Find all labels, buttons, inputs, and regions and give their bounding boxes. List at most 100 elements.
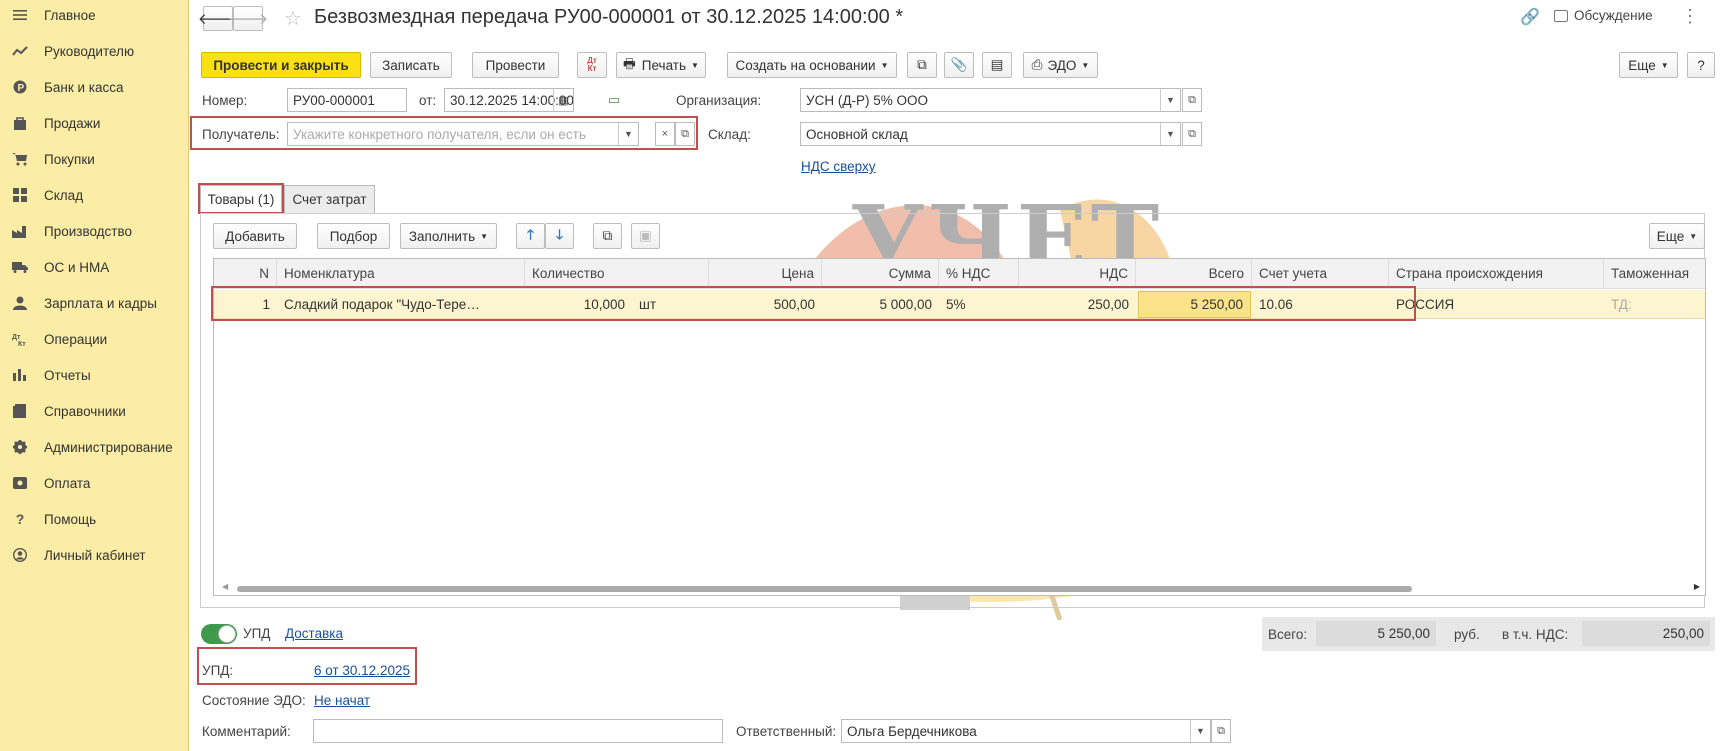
move-up-button[interactable]: 🡑 [516, 223, 545, 249]
edo-button[interactable]: ⎙ ЭДО ▼ [1023, 52, 1098, 78]
open-organization-button[interactable]: ⧉ [1182, 88, 1202, 112]
cell-sum[interactable]: 5 000,00 [822, 290, 939, 319]
chevron-down-icon[interactable]: ▼ [1190, 720, 1210, 742]
post-and-close-button[interactable]: Провести и закрыть [201, 52, 361, 78]
chevron-down-icon[interactable]: ▼ [1160, 89, 1180, 111]
link-icon[interactable]: 🔗 [1520, 7, 1540, 27]
sidebar-item-operations[interactable]: Дт Кт Операции [0, 321, 189, 357]
delivery-link[interactable]: Доставка [285, 626, 343, 641]
print-button[interactable]: 🖶 Печать ▼ [616, 52, 706, 78]
column-header-vat[interactable]: НДС [1019, 259, 1136, 289]
open-recipient-button[interactable]: ⧉ [675, 122, 695, 146]
warehouse-field[interactable]: Основной склад ▼ [800, 122, 1181, 146]
copy-button[interactable]: ⧉ [593, 223, 622, 249]
tab-cost-account[interactable]: Счет затрат [284, 185, 375, 213]
scrollbar-thumb[interactable] [237, 586, 1412, 592]
help-button[interactable]: ? [1687, 52, 1715, 78]
cell-n[interactable]: 1 [214, 290, 277, 319]
sidebar-item-admin[interactable]: Администрирование [0, 429, 189, 465]
sidebar-item-label: Покупки [44, 151, 95, 167]
cell-total[interactable]: 5 250,00 [1138, 291, 1251, 318]
organization-field[interactable]: УСН (Д-Р) 5% ООО ▼ [800, 88, 1181, 112]
edo-state-link[interactable]: Не начат [314, 693, 370, 708]
sidebar-item-bank[interactable]: Р Банк и касса [0, 69, 189, 105]
date-field[interactable]: 30.12.2025 14:00:00 ▦ [444, 88, 574, 112]
upd-toggle-label: УПД [243, 626, 271, 641]
cell-vat[interactable]: 250,00 [1019, 290, 1136, 319]
cell-price[interactable]: 500,00 [709, 290, 822, 319]
factory-icon [12, 223, 28, 239]
calendar-icon[interactable]: ▦ [553, 89, 573, 111]
comment-field[interactable] [313, 719, 723, 743]
create-based-button[interactable]: Создать на основании ▼ [727, 52, 897, 78]
column-header-price[interactable]: Цена [709, 259, 822, 289]
date-from-label: от: [419, 93, 437, 108]
cell-item[interactable]: Сладкий подарок "Чудо-Тере… [277, 290, 487, 319]
paste-button[interactable]: ▣ [631, 223, 660, 249]
horizontal-scrollbar[interactable]: ◀ ▶ [222, 582, 1700, 593]
column-header-qty[interactable]: Количество [525, 259, 709, 289]
recipient-field[interactable]: Укажите конкретного получателя, если он … [287, 122, 639, 146]
more-vertical-icon[interactable]: ⋮ [1681, 6, 1699, 27]
cell-qty[interactable]: 10,000 [525, 290, 632, 319]
responsible-field[interactable]: Ольга Бердечникова ▼ [841, 719, 1211, 743]
column-header-sum[interactable]: Сумма [822, 259, 939, 289]
clear-recipient-button[interactable]: × [655, 122, 675, 146]
warehouse-icon [12, 187, 28, 203]
scroll-right-icon[interactable]: ▶ [1694, 582, 1700, 591]
cell-customs[interactable]: ТД: [1604, 290, 1705, 319]
more-label: Еще [1628, 57, 1656, 73]
more-button[interactable]: Еще ▼ [1619, 52, 1678, 78]
column-header-customs[interactable]: Таможенная [1604, 259, 1705, 289]
sidebar-item-sales[interactable]: Продажи [0, 105, 189, 141]
doc-settings-icon[interactable]: ▭ [608, 92, 620, 108]
structure-button[interactable]: ⧉ [907, 52, 937, 78]
sidebar-item-payment[interactable]: Оплата [0, 465, 189, 501]
post-button[interactable]: Провести [472, 52, 559, 78]
forward-button[interactable]: 🡒 [228, 6, 268, 31]
favorite-star-icon[interactable]: ☆ [284, 6, 302, 31]
sidebar-item-account[interactable]: Личный кабинет [0, 537, 189, 573]
sidebar-item-fixed-assets[interactable]: ОС и НМА [0, 249, 189, 285]
sidebar-item-salary[interactable]: Зарплата и кадры [0, 285, 189, 321]
sidebar-item-directories[interactable]: Справочники [0, 393, 189, 429]
fill-button[interactable]: Заполнить ▼ [400, 223, 497, 249]
sidebar-item-purchases[interactable]: Покупки [0, 141, 189, 177]
add-button[interactable]: Добавить [213, 223, 297, 249]
sidebar-item-director[interactable]: Руководителю [0, 33, 189, 69]
column-header-vat-rate[interactable]: % НДС [939, 259, 1019, 289]
chevron-down-icon[interactable]: ▼ [1160, 123, 1180, 145]
cell-account[interactable]: 10.06 [1252, 290, 1389, 319]
vat-on-top-link[interactable]: НДС сверху [801, 159, 876, 174]
sidebar-item-warehouse[interactable]: Склад [0, 177, 189, 213]
column-header-total[interactable]: Всего [1136, 259, 1252, 289]
upd-link[interactable]: 6 от 30.12.2025 [314, 663, 410, 678]
save-button[interactable]: Записать [370, 52, 452, 78]
move-down-button[interactable]: 🡓 [545, 223, 574, 249]
column-header-country[interactable]: Страна происхождения [1389, 259, 1604, 289]
pick-button[interactable]: Подбор [317, 223, 390, 249]
dtkt-button[interactable]: Дт Кт [577, 52, 607, 78]
open-responsible-button[interactable]: ⧉ [1211, 719, 1231, 743]
cell-country[interactable]: РОССИЯ [1389, 290, 1604, 319]
attach-button[interactable]: 📎 [944, 52, 974, 78]
upd-toggle[interactable] [201, 624, 237, 644]
sidebar-item-main[interactable]: Главное [0, 0, 189, 33]
tab-goods[interactable]: Товары (1) [200, 185, 282, 213]
column-header-n[interactable]: N [214, 259, 277, 289]
column-header-account[interactable]: Счет учета [1252, 259, 1389, 289]
report-button[interactable]: ▤ [982, 52, 1012, 78]
open-warehouse-button[interactable]: ⧉ [1182, 122, 1202, 146]
number-field[interactable]: РУ00-000001 [287, 88, 407, 112]
sidebar-item-reports[interactable]: Отчеты [0, 357, 189, 393]
scroll-left-icon[interactable]: ◀ [222, 582, 228, 591]
column-header-item[interactable]: Номенклатура [277, 259, 525, 289]
sidebar-item-production[interactable]: Производство [0, 213, 189, 249]
chevron-down-icon[interactable]: ▼ [618, 123, 638, 145]
paperclip-icon: 📎 [950, 57, 968, 72]
discussion-button[interactable]: Обсуждение [1554, 8, 1653, 23]
sidebar-item-help[interactable]: ? Помощь [0, 501, 189, 537]
cell-unit[interactable]: шт [632, 290, 692, 319]
table-more-button[interactable]: Еще ▼ [1649, 223, 1705, 249]
cell-vat-rate[interactable]: 5% [939, 290, 1019, 319]
